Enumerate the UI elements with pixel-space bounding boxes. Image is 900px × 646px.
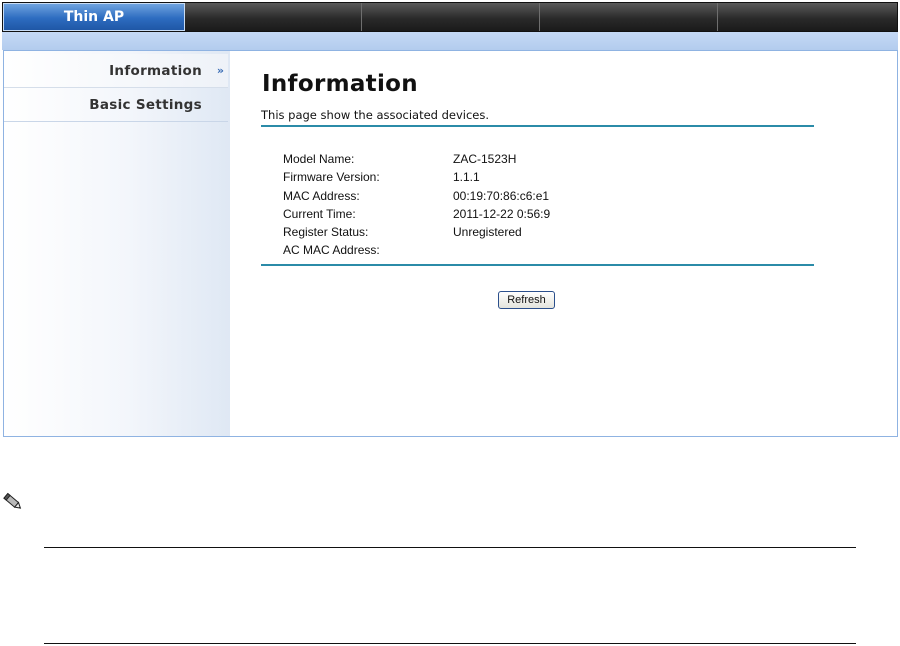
info-label: Register Status: bbox=[283, 225, 369, 240]
info-value: Unregistered bbox=[453, 225, 522, 240]
info-value: 1.1.1 bbox=[453, 170, 480, 185]
divider bbox=[261, 264, 814, 266]
sidebar-item-label: Information bbox=[109, 63, 202, 79]
pencil-icon bbox=[3, 492, 22, 509]
info-value: 2011-12-22 0:56:9 bbox=[453, 206, 551, 221]
note-bottom-rule bbox=[44, 643, 856, 644]
info-label: AC MAC Address: bbox=[283, 243, 380, 258]
top-nav: Thin AP bbox=[2, 2, 898, 32]
tab-thin-ap[interactable]: Thin AP bbox=[3, 3, 185, 31]
content-frame: Information » Basic Settings Information… bbox=[3, 50, 898, 437]
page-description: This page show the associated devices. bbox=[261, 108, 490, 122]
note-top-rule bbox=[44, 547, 856, 548]
sidebar-item-basic-settings[interactable]: Basic Settings bbox=[4, 88, 228, 122]
sidebar: Information » Basic Settings bbox=[4, 51, 230, 436]
page-title: Information bbox=[262, 71, 418, 97]
info-label: MAC Address: bbox=[283, 188, 360, 203]
nav-subbar bbox=[2, 32, 898, 50]
tab-2[interactable] bbox=[185, 3, 362, 31]
tab-5[interactable] bbox=[718, 3, 897, 31]
tab-3[interactable] bbox=[362, 3, 540, 31]
double-chevron-right-icon: » bbox=[216, 64, 224, 77]
info-value: 00:19:70:86:c6:e1 bbox=[453, 188, 550, 203]
info-value: ZAC-1523H bbox=[453, 152, 517, 166]
info-label: Firmware Version: bbox=[283, 170, 380, 185]
info-label: Current Time: bbox=[283, 206, 356, 221]
tab-4[interactable] bbox=[540, 3, 718, 31]
refresh-button[interactable]: Refresh bbox=[498, 291, 555, 309]
sidebar-item-information[interactable]: Information » bbox=[4, 54, 228, 88]
sidebar-item-label: Basic Settings bbox=[89, 97, 202, 113]
divider bbox=[261, 125, 814, 127]
info-label: Model Name: bbox=[283, 152, 355, 166]
